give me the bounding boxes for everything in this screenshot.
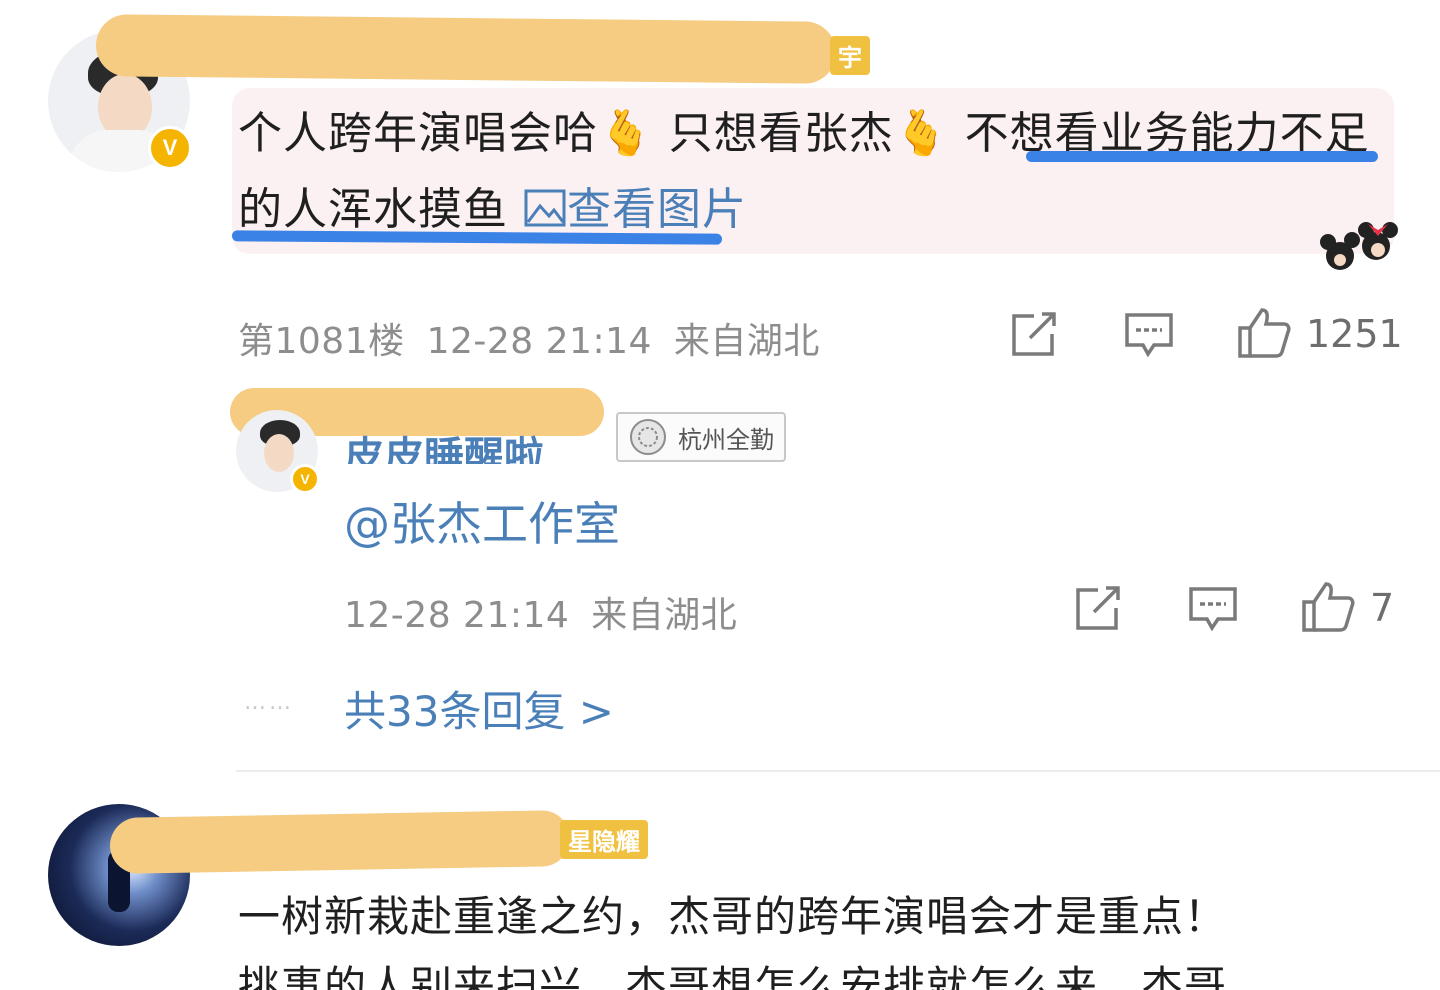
verified-icon: V xyxy=(290,464,320,494)
minnie-mouse-sticker xyxy=(1320,222,1398,270)
comment-button[interactable] xyxy=(1188,586,1238,632)
floor-number: 第1081楼 xyxy=(238,321,405,362)
finger-heart-emoji: 🫰 xyxy=(893,108,950,159)
like-count: 1251 xyxy=(1306,312,1403,356)
verified-icon: V xyxy=(148,126,192,170)
finger-heart-emoji: 🫰 xyxy=(598,108,654,159)
share-icon xyxy=(1076,586,1120,630)
like-icon xyxy=(1238,308,1291,358)
comment-location: 来自湖北 xyxy=(673,321,820,362)
like-count: 7 xyxy=(1370,586,1395,630)
highlight-underline xyxy=(1026,151,1378,162)
reply-meta: 12-28 21:14 来自湖北 xyxy=(344,586,737,638)
comment-icon xyxy=(1189,587,1237,632)
medal-icon xyxy=(630,419,666,455)
view-image-link[interactable]: 查看图片 xyxy=(523,184,747,235)
user-badge: 宇 xyxy=(830,36,870,75)
more-replies-link[interactable]: 共33条回复 > xyxy=(344,678,614,739)
comment-time: 12-28 21:14 xyxy=(426,321,652,362)
comment-meta: 第1081楼 12-28 21:14 来自湖北 xyxy=(238,312,820,364)
like-button[interactable] xyxy=(1236,306,1292,360)
share-button[interactable] xyxy=(1010,312,1060,358)
like-button[interactable] xyxy=(1300,580,1356,634)
image-icon xyxy=(524,189,566,227)
comment-icon xyxy=(1125,313,1173,358)
like-icon xyxy=(1302,582,1355,632)
comment-text: 个人跨年演唱会哈🫰 只想看张杰🫰 不想看业务能力不足的人浑水摸鱼 查看图片 xyxy=(238,108,1370,235)
comment-button[interactable] xyxy=(1124,312,1174,358)
reply-location: 来自湖北 xyxy=(591,595,738,636)
reply-time: 12-28 21:14 xyxy=(344,595,570,636)
share-button[interactable] xyxy=(1074,586,1124,632)
comment-text: 一树新栽赴重逢之约，杰哥的跨年演唱会才是重点！ 挑事的人别来扫兴，杰哥想怎么安排… xyxy=(238,892,1228,990)
user-badge: 星隐耀 xyxy=(560,820,648,859)
divider xyxy=(236,770,1440,772)
more-dots: …… xyxy=(244,690,294,715)
share-icon xyxy=(1012,312,1056,356)
username-redaction xyxy=(95,14,837,84)
user-badge: 杭州全勤 xyxy=(616,412,786,462)
mention-link[interactable]: @张杰工作室 xyxy=(344,488,620,554)
reply-username[interactable]: 皮皮睡醒啦_ xyxy=(344,424,564,464)
username-redaction xyxy=(109,809,571,875)
